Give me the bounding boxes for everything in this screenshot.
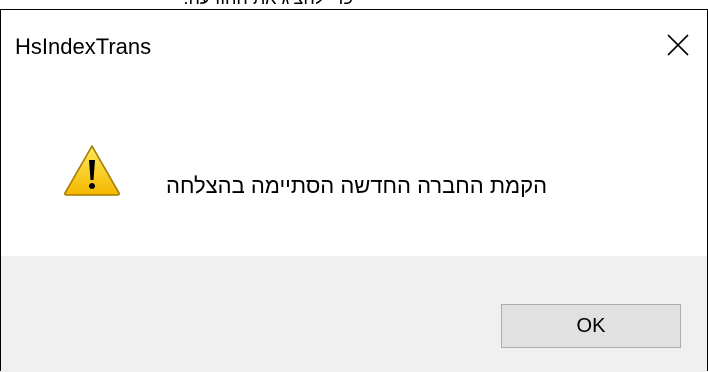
dialog-message: הקמת החברה החדשה הסתיימה בהצלחה	[166, 173, 548, 198]
message-dialog: HsIndexTrans הקמת החברה החדשה הסתיימה בה…	[0, 9, 708, 372]
title-bar[interactable]: HsIndexTrans	[1, 10, 707, 80]
dialog-body: הקמת החברה החדשה הסתיימה בהצלחה	[1, 80, 707, 256]
close-icon	[667, 34, 689, 56]
dialog-title: HsIndexTrans	[15, 34, 152, 59]
background-window-strip: כדי להציג את ההודעה.	[0, 0, 708, 9]
ok-button[interactable]: OK	[501, 304, 681, 348]
warning-icon	[64, 145, 120, 196]
dialog-footer: OK	[1, 256, 707, 372]
background-text: כדי להציג את ההודעה.	[183, 0, 353, 8]
close-button[interactable]	[663, 30, 693, 60]
